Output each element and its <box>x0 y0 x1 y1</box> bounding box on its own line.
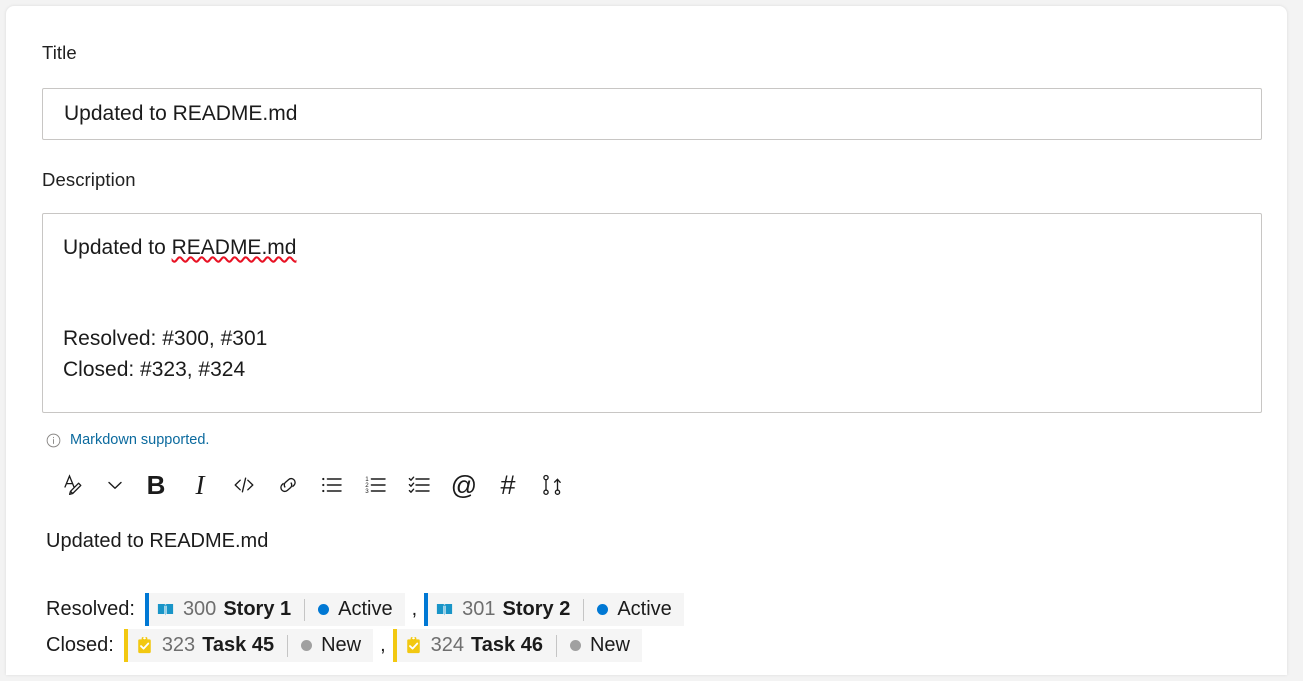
checklist-icon[interactable] <box>398 463 442 507</box>
work-item-state: New <box>589 634 630 656</box>
closed-row-label: Closed: <box>46 634 114 656</box>
task-clipboard-icon <box>135 636 154 655</box>
work-item-chip[interactable]: 300 Story 1 Active <box>144 593 405 626</box>
font-style-icon[interactable] <box>52 463 96 507</box>
closed-links-row: Closed: 323 Task 45 New , 324 Task 46 Ne… <box>46 629 642 662</box>
resolved-row-label: Resolved: <box>46 598 135 620</box>
bold-icon[interactable]: B <box>134 463 178 507</box>
chip-divider <box>583 598 585 621</box>
preview-heading: Updated to README.md <box>46 530 269 552</box>
work-item-state: New <box>321 634 362 656</box>
work-item-chip[interactable]: 301 Story 2 Active <box>424 593 684 626</box>
hashtag-icon[interactable]: # <box>486 463 530 507</box>
chip-divider <box>555 634 557 657</box>
chip-divider <box>304 598 306 621</box>
mention-label: @ <box>450 470 478 500</box>
description-editor[interactable]: Updated to README.md Resolved: #300, #30… <box>42 213 1262 413</box>
task-clipboard-icon <box>404 636 423 655</box>
story-book-icon <box>156 600 175 619</box>
work-item-title: Task 45 <box>202 634 275 656</box>
title-input-container[interactable] <box>42 88 1262 140</box>
description-content: Updated to README.md Resolved: #300, #30… <box>63 233 1241 385</box>
italic-label: I <box>195 469 205 500</box>
description-misspelled-word: README.md <box>171 236 297 259</box>
mention-icon[interactable]: @ <box>442 463 486 507</box>
state-dot <box>301 640 313 651</box>
code-icon[interactable] <box>222 463 266 507</box>
work-item-state: Active <box>617 598 672 620</box>
title-field-label: Title <box>42 42 77 63</box>
description-line1-prefix: Updated to <box>63 236 172 259</box>
work-item-chip[interactable]: 324 Task 46 New <box>392 629 642 662</box>
work-item-title: Task 46 <box>471 634 543 656</box>
link-icon[interactable] <box>266 463 310 507</box>
state-dot <box>597 604 609 615</box>
description-line3: Closed: #323, #324 <box>63 357 246 381</box>
story-book-icon <box>435 600 454 619</box>
bold-label: B <box>146 470 166 500</box>
hashtag-label: # <box>500 469 516 500</box>
resolved-links-row: Resolved: 300 Story 1 Active , 301 Story… <box>46 593 684 626</box>
pull-request-icon[interactable] <box>530 463 574 507</box>
work-item-id: 300 <box>182 598 217 620</box>
svg-text:3: 3 <box>365 488 369 495</box>
description-field-label: Description <box>42 169 136 190</box>
bulleted-list-icon[interactable] <box>310 463 354 507</box>
work-item-edit-panel: Title Description Updated to README.md R… <box>6 6 1287 675</box>
chip-separator: , <box>411 598 418 620</box>
state-dot <box>569 640 581 651</box>
italic-icon[interactable]: I <box>178 463 222 507</box>
work-item-title: Story 1 <box>223 598 292 620</box>
description-line2: Resolved: #300, #301 <box>63 327 268 351</box>
title-input[interactable] <box>43 89 1261 139</box>
work-item-id: 301 <box>462 598 496 620</box>
work-item-id: 324 <box>430 634 465 656</box>
chip-separator: , <box>380 634 386 656</box>
numbered-list-icon[interactable]: 1 2 3 <box>354 463 398 507</box>
work-item-chip[interactable]: 323 Task 45 New <box>123 629 374 662</box>
markdown-note-text: Markdown supported. <box>70 432 210 448</box>
markdown-toolbar: B I 1 2 3 @ # <box>52 463 574 507</box>
chip-divider <box>287 634 289 657</box>
markdown-supported-note: Markdown supported. <box>46 432 209 448</box>
work-item-title: Story 2 <box>502 598 571 620</box>
info-icon <box>46 433 61 448</box>
work-item-id: 323 <box>161 634 196 656</box>
chevron-down-icon[interactable] <box>96 463 134 507</box>
work-item-state: Active <box>338 598 393 620</box>
state-dot <box>318 604 330 615</box>
